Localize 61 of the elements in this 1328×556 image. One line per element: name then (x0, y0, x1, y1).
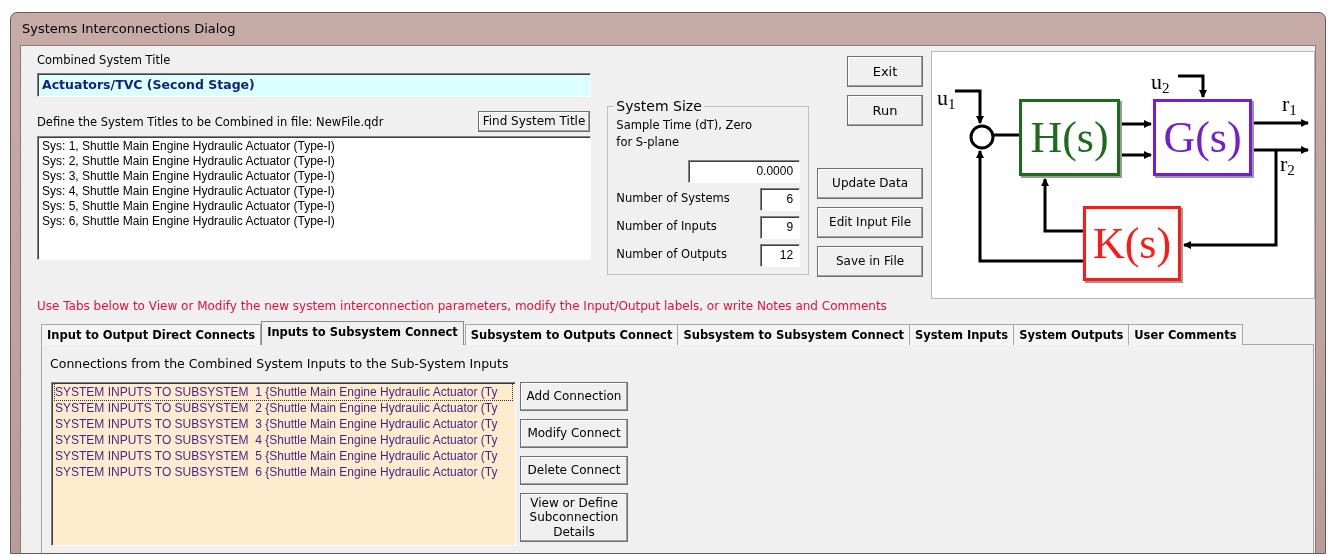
signal-arrow (1252, 146, 1309, 154)
find-system-title-button[interactable]: Find System Title (477, 111, 591, 132)
list-item[interactable]: Sys: 5, Shuttle Main Engine Hydraulic Actuator (Type-I) (42, 198, 586, 214)
summing-junction (969, 124, 995, 150)
list-item[interactable]: Sys: 4, Shuttle Main Engine Hydraulic Actuator (Type-I) (42, 183, 586, 199)
signal-line (994, 133, 1019, 137)
sample-time-field[interactable]: 0.0000 (688, 159, 801, 183)
sample-time-label: Sample Time (dT), Zero for S-plane (616, 117, 753, 152)
dialog-button[interactable]: Modify Connect (520, 418, 628, 448)
list-item[interactable]: Sys: 6, Shuttle Main Engine Hydraulic Actuator (Type-I) (42, 213, 586, 229)
define-label: Define the System Titles to be Combined in file: NewFile.qdr (37, 114, 384, 132)
signal-label: r$_{1}$ (1282, 93, 1297, 115)
field-label: Combined System Title (37, 52, 172, 69)
tab[interactable]: Inputs to Subsystem Connect (261, 321, 464, 345)
transfer-block: G(s) (1153, 99, 1252, 176)
title-field[interactable]: Actuators/TVC (Second Stage) (37, 73, 591, 98)
dialog-button[interactable]: Add Connection (520, 381, 628, 411)
signal-arrow (955, 89, 984, 124)
dialog-button[interactable]: Update Data (817, 168, 923, 199)
tab[interactable]: System Inputs (909, 324, 1015, 345)
panel-heading: Connections from the Combined System Inputs to the Sub-System Inputs (50, 355, 510, 373)
dialog-button[interactable]: Delete Connect (520, 455, 628, 485)
signal-arrow (1252, 119, 1309, 127)
list-item[interactable]: SYSTEM INPUTS TO SUBSYSTEM 2 {Shuttle Main Engine Hydraulic Actuator (Ty (55, 399, 512, 416)
list-item[interactable]: SYSTEM INPUTS TO SUBSYSTEM 6 {Shuttle Main Engine Hydraulic Actuator (Ty (55, 463, 512, 480)
tab[interactable]: Subsystem to Outputs Connect (464, 324, 679, 345)
list-item[interactable]: SYSTEM INPUTS TO SUBSYSTEM 3 {Shuttle Main Engine Hydraulic Actuator (Ty (55, 415, 512, 432)
systems-listbox[interactable] (37, 135, 591, 260)
window-title: Systems Interconnections Dialog (21, 20, 237, 38)
signal-label: u$_{2}$ (1151, 71, 1170, 93)
dialog-button[interactable]: Edit Input File (817, 207, 923, 238)
signal-label: r$_{2}$ (1280, 153, 1295, 175)
list-item[interactable]: SYSTEM INPUTS TO SUBSYSTEM 4 {Shuttle Main Engine Hydraulic Actuator (Ty (55, 431, 512, 448)
signal-arrow (1178, 74, 1207, 98)
dialog-button[interactable]: View or Define Subconnection Details (520, 492, 628, 542)
signal-label: u$_{1}$ (937, 87, 956, 109)
list-item[interactable]: Sys: 3, Shuttle Main Engine Hydraulic Actuator (Type-I) (42, 168, 586, 184)
signal-arrow (1120, 151, 1152, 159)
signal-arrow (1120, 120, 1152, 128)
dialog-button[interactable]: Exit (847, 56, 923, 87)
number-field[interactable]: 12 (760, 243, 801, 267)
number-field[interactable]: 6 (760, 187, 801, 211)
transfer-block: K(s) (1083, 206, 1181, 281)
number-field[interactable]: 9 (760, 215, 801, 239)
list-item[interactable]: Sys: 1, Shuttle Main Engine Hydraulic Actuator (Type-I) (42, 138, 586, 154)
tab[interactable]: System Outputs (1013, 324, 1130, 345)
field-label: Number of Outputs (616, 246, 727, 264)
list-item[interactable]: SYSTEM INPUTS TO SUBSYSTEM 5 {Shuttle Main Engine Hydraulic Actuator (Ty (55, 447, 512, 464)
tab[interactable]: Input to Output Direct Connects (41, 324, 262, 345)
list-item[interactable]: Sys: 2, Shuttle Main Engine Hydraulic Actuator (Type-I) (42, 153, 586, 169)
dialog-button[interactable]: Save in File (817, 246, 923, 277)
tab[interactable]: Subsystem to Subsystem Connect (677, 324, 910, 345)
field-label: Number of Inputs (616, 218, 717, 236)
instruction-note: Use Tabs below to View or Modify the new system interconnection parameters, modify the Input/Output labels, or write Notes and Comments (37, 298, 888, 315)
connections-listbox[interactable] (51, 381, 516, 546)
transfer-block: H(s) (1019, 99, 1120, 176)
group-legend: System Size (614, 99, 704, 113)
field-label: Number of Systems (616, 190, 730, 208)
list-item[interactable]: SYSTEM INPUTS TO SUBSYSTEM 1 {Shuttle Main Engine Hydraulic Actuator (Ty (55, 383, 512, 400)
tab[interactable]: User Comments (1128, 324, 1243, 345)
dialog-button[interactable]: Run (847, 95, 923, 126)
